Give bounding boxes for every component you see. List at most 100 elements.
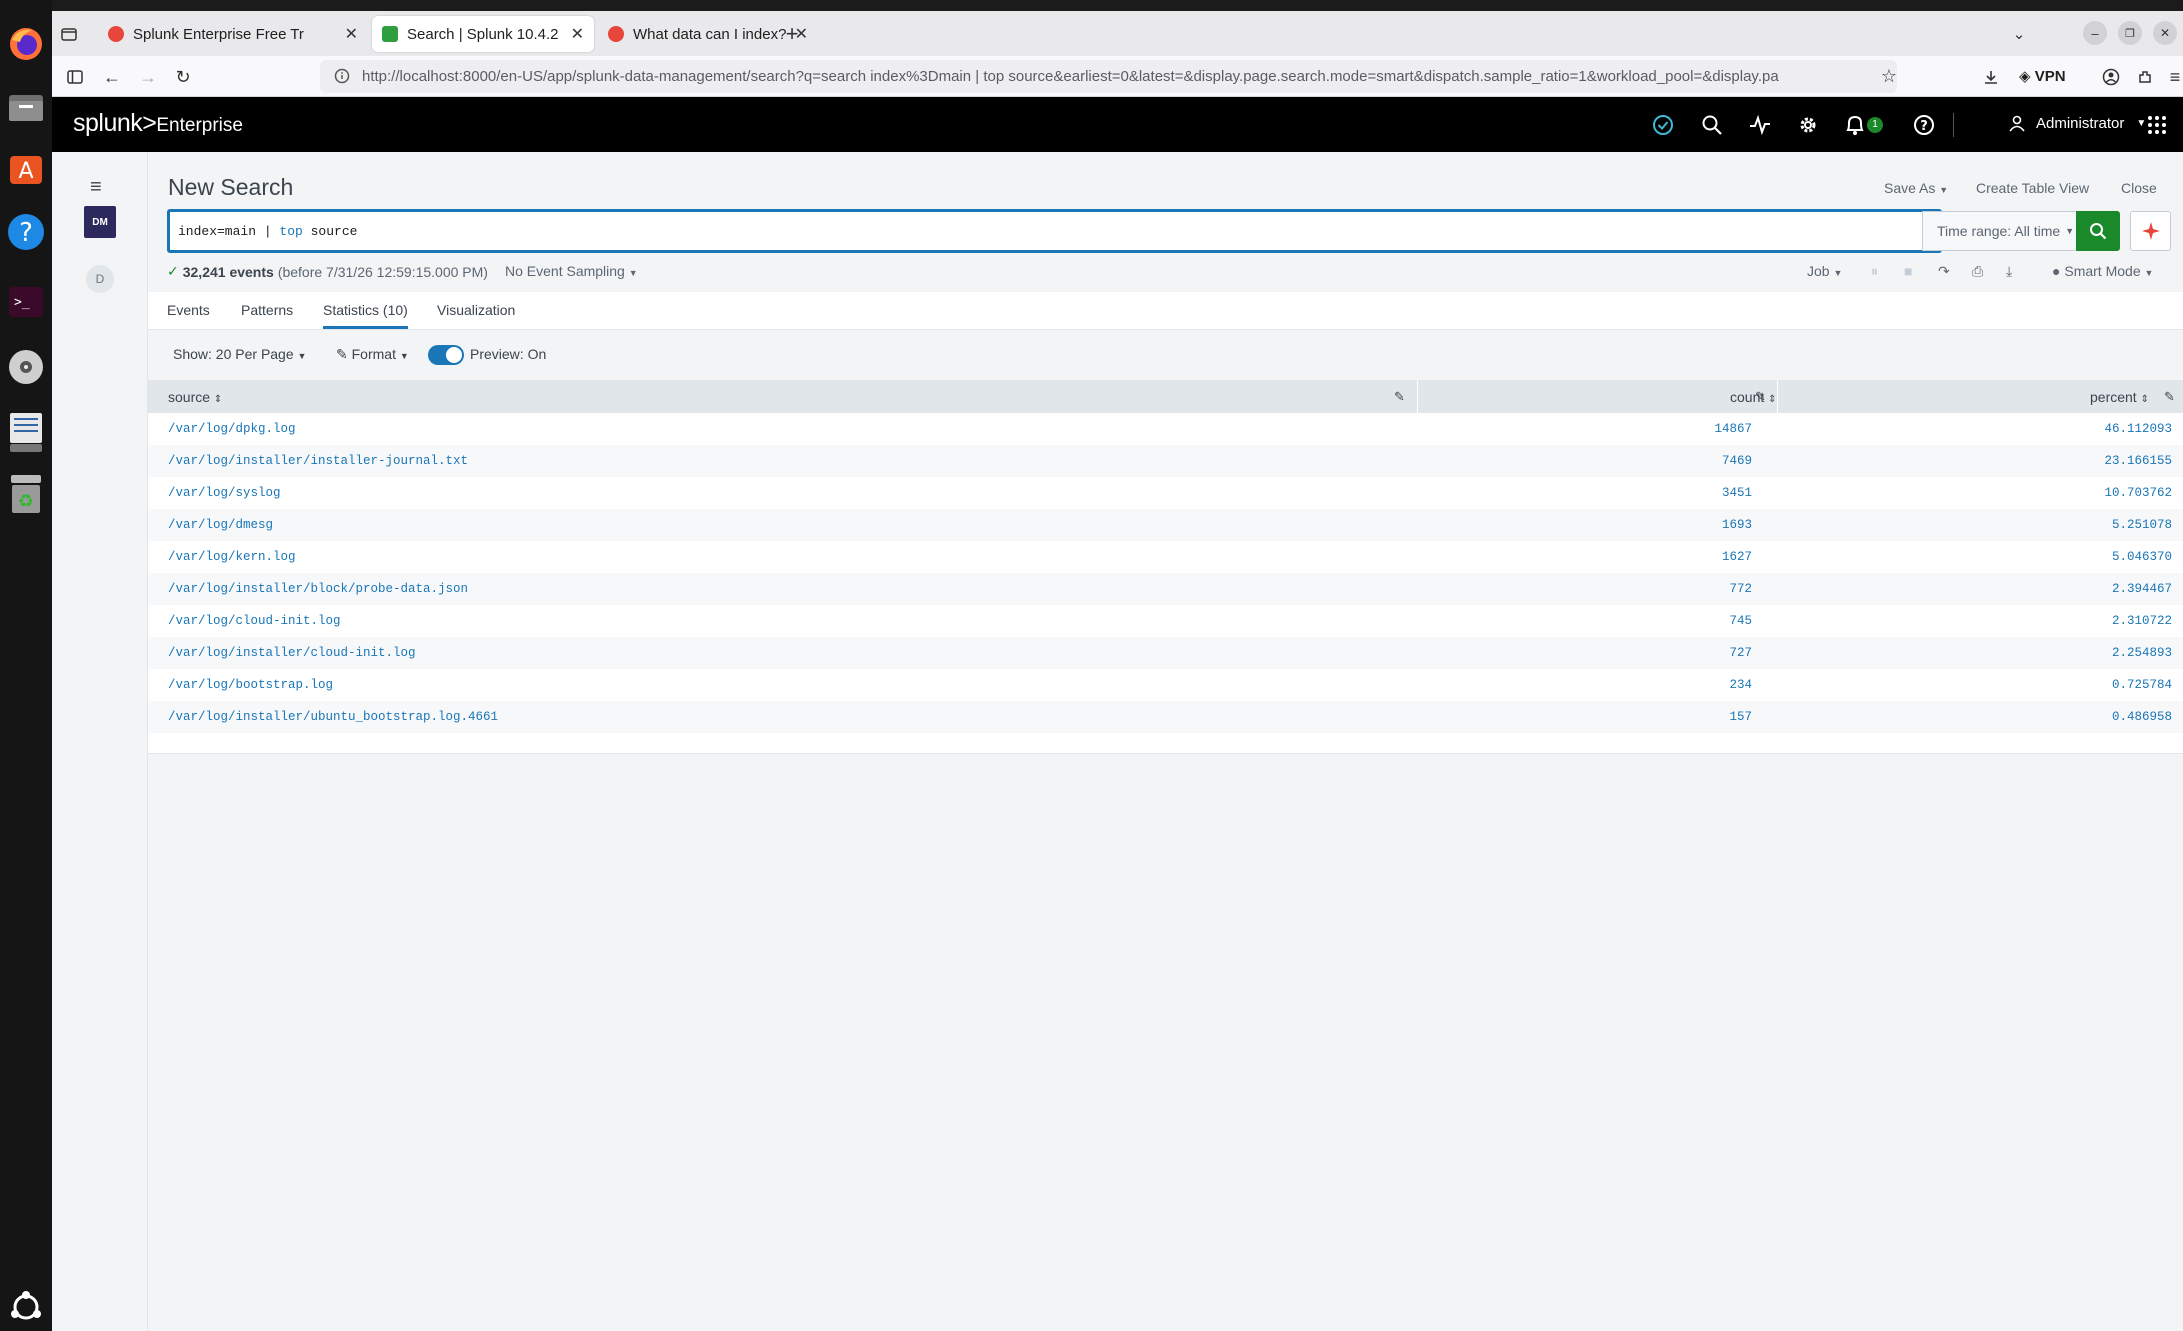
count-cell[interactable]: 14867 [1714,422,1752,436]
downloads-icon[interactable] [1976,62,2006,92]
count-cell[interactable]: 234 [1729,678,1752,692]
count-cell[interactable]: 745 [1729,614,1752,628]
count-cell[interactable]: 727 [1729,646,1752,660]
percent-cell[interactable]: 2.310722 [2112,614,2172,628]
source-cell[interactable]: /var/log/kern.log [168,550,296,564]
export-icon[interactable]: ⤓ [2006,263,2012,280]
bookmark-star-icon[interactable]: ☆ [1874,61,1904,91]
source-cell[interactable]: /var/log/installer/block/probe-data.json [168,582,468,596]
vpn-button[interactable]: ◈ VPN [2019,67,2066,85]
percent-cell[interactable]: 5.046370 [2112,550,2172,564]
tab-statistics[interactable]: Statistics (10) [323,302,408,329]
site-info-icon[interactable] [334,68,350,88]
settings-gear-icon[interactable] [1794,111,1822,139]
percent-cell[interactable]: 23.166155 [2104,454,2172,468]
source-cell[interactable]: /var/log/cloud-init.log [168,614,341,628]
extensions-icon[interactable] [2130,62,2160,92]
column-header-percent[interactable]: percent ⇕ [2090,389,2149,405]
tab-events[interactable]: Events [167,302,210,318]
trash-icon[interactable]: ♻ [4,472,48,516]
help-icon[interactable]: ? [4,210,48,254]
percent-cell[interactable]: 5.251078 [2112,518,2172,532]
app-grid-icon[interactable] [2143,111,2171,139]
disc-icon[interactable] [4,345,48,389]
browser-tab-splunk-free-trial[interactable]: Splunk Enterprise Free Tr ✕ [98,16,368,52]
share-icon[interactable]: ↷ [1938,263,1950,280]
account-icon[interactable] [2096,62,2126,92]
url-bar[interactable]: http://localhost:8000/en-US/app/splunk-d… [320,60,1897,93]
pause-icon[interactable]: ⏸ [1871,263,1878,280]
save-as-menu[interactable]: Save As ▼ [1884,180,1948,196]
text-editor-icon[interactable] [4,410,48,454]
browser-tab-search[interactable]: Search | Splunk 10.4.2 ✕ [372,16,594,52]
menu-icon[interactable]: ≡ [2160,62,2183,92]
ai-assistant-button[interactable] [2130,211,2171,251]
job-menu[interactable]: Job ▼ [1807,263,1842,279]
format-menu[interactable]: ✎ Format ▼ [336,346,409,363]
terminal-icon[interactable]: >_ [4,280,48,324]
count-cell[interactable]: 7469 [1722,454,1752,468]
tab-patterns[interactable]: Patterns [241,302,293,318]
app-badge[interactable]: DM [84,206,116,238]
source-cell[interactable]: /var/log/dmesg [168,518,273,532]
count-cell[interactable]: 1693 [1722,518,1752,532]
firefox-icon[interactable] [4,22,48,66]
splunk-logo[interactable]: splunk>Enterprise [73,109,243,138]
source-cell[interactable]: /var/log/dpkg.log [168,422,296,436]
tab-visualization[interactable]: Visualization [437,302,515,318]
percent-cell[interactable]: 0.725784 [2112,678,2172,692]
column-header-count[interactable]: count ⇕ [1730,389,1777,405]
app-center-icon[interactable]: A [4,146,48,190]
per-page-menu[interactable]: Show: 20 Per Page ▼ [173,346,306,362]
count-cell[interactable]: 157 [1729,710,1752,724]
restore-icon[interactable]: ❐ [2118,21,2142,45]
close-tab-icon[interactable]: ✕ [571,24,584,44]
search-icon[interactable] [1698,111,1726,139]
tab-list-chevron-icon[interactable]: ⌄ [2006,21,2032,47]
search-mode-menu[interactable]: ● Smart Mode ▼ [2052,263,2153,279]
percent-cell[interactable]: 46.112093 [2104,422,2172,436]
count-cell[interactable]: 3451 [1722,486,1752,500]
user-menu[interactable]: Administrator ▼ [2008,114,2146,132]
help-icon[interactable]: ? [1910,111,1938,139]
hamburger-menu-icon[interactable]: ≡ [90,176,102,199]
show-apps-icon[interactable] [4,1285,48,1329]
percent-cell[interactable]: 2.254893 [2112,646,2172,660]
reload-icon[interactable]: ↻ [168,62,198,92]
percent-cell[interactable]: 2.394467 [2112,582,2172,596]
back-icon[interactable]: ← [97,62,127,92]
event-sampling-menu[interactable]: No Event Sampling ▼ [505,263,638,279]
source-cell[interactable]: /var/log/installer/cloud-init.log [168,646,416,660]
edit-column-icon[interactable]: ✎ [2164,389,2175,405]
activity-icon[interactable] [1746,111,1774,139]
edit-column-icon[interactable]: ✎ [1394,389,1405,405]
count-cell[interactable]: 772 [1729,582,1752,596]
time-range-picker[interactable]: Time range: All time ▼ [1922,211,2075,251]
close-tab-icon[interactable]: ✕ [345,24,358,44]
tab-overview-icon[interactable] [58,23,80,45]
notifications-button[interactable]: 1 [1842,111,1886,139]
new-tab-icon[interactable]: + [779,21,805,47]
source-cell[interactable]: /var/log/installer/installer-journal.txt [168,454,468,468]
forward-icon[interactable]: → [133,62,163,92]
run-search-button[interactable] [2076,211,2120,251]
percent-cell[interactable]: 0.486958 [2112,710,2172,724]
print-icon[interactable]: ⎙ [1972,263,1983,280]
source-cell[interactable]: /var/log/bootstrap.log [168,678,333,692]
minimize-icon[interactable]: – [2083,21,2107,45]
column-header-source[interactable]: source ⇕ [168,389,222,405]
percent-cell[interactable]: 10.703762 [2104,486,2172,500]
sidebar-toggle-icon[interactable] [60,62,90,92]
health-status-icon[interactable] [1649,111,1677,139]
search-query-input[interactable]: index=main | top source [167,209,1942,253]
files-icon[interactable] [4,86,48,130]
create-table-view-link[interactable]: Create Table View [1976,180,2089,196]
close-window-icon[interactable]: ✕ [2153,21,2177,45]
source-cell[interactable]: /var/log/installer/ubuntu_bootstrap.log.… [168,710,498,724]
app-nav-item[interactable]: D [86,265,114,293]
count-cell[interactable]: 1627 [1722,550,1752,564]
edit-column-icon[interactable]: ✎ [1755,389,1766,405]
source-cell[interactable]: /var/log/syslog [168,486,281,500]
close-link[interactable]: Close [2121,180,2157,196]
stop-icon[interactable]: ■ [1904,263,1912,279]
